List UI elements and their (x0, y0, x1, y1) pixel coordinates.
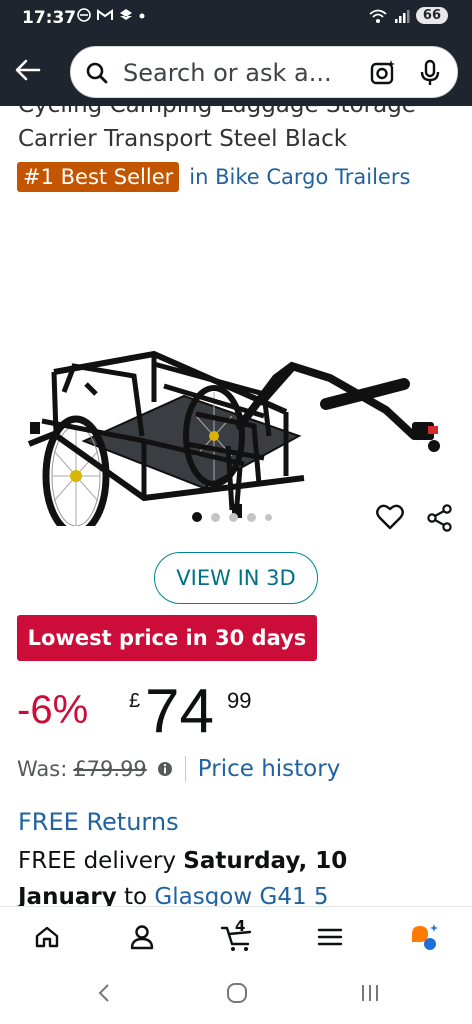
search-icon (85, 61, 109, 90)
back-button[interactable] (10, 52, 46, 88)
home-icon (35, 926, 59, 948)
signal-icon (394, 9, 410, 23)
price-currency: £ (129, 690, 141, 712)
recents-icon (362, 985, 378, 1001)
info-icon[interactable] (157, 761, 173, 777)
free-returns-link[interactable]: FREE Returns (18, 808, 179, 836)
nav-rufus[interactable] (408, 921, 440, 953)
system-recents-button[interactable] (360, 982, 380, 1009)
microphone-icon[interactable] (419, 59, 441, 92)
was-price-row: Was: £79.99 Price history (17, 756, 340, 782)
cart-count: 4 (235, 917, 246, 935)
was-label: Was: (17, 757, 68, 781)
nav-account[interactable] (126, 921, 158, 953)
nav-menu[interactable] (314, 921, 346, 953)
battery-indicator: 66 (415, 7, 448, 24)
delivery-date: Saturday, 10 (183, 848, 348, 874)
camera-lens-icon[interactable] (369, 58, 397, 91)
search-input[interactable]: Search or ask a... (70, 46, 458, 98)
back-arrow-icon (15, 59, 41, 81)
heart-icon (376, 504, 404, 530)
discount-percent: -6% (17, 688, 89, 732)
product-image[interactable] (14, 226, 458, 526)
image-carousel-indicator (192, 512, 272, 522)
carousel-dot-1[interactable] (192, 512, 202, 522)
product-title-line-1: Cycling Camping Luggage Storage (18, 106, 416, 118)
carousel-dot-2[interactable] (211, 512, 220, 522)
notification-icon (77, 8, 91, 22)
system-home-button[interactable] (226, 982, 248, 1009)
delivery-info-line-2: January to Glasgow G41 5 (18, 884, 329, 906)
product-title-line-2: Carrier Transport Steel Black (18, 126, 348, 152)
chevron-left-icon (98, 984, 109, 1002)
best-seller-category-link[interactable]: in Bike Cargo Trailers (189, 165, 410, 189)
system-icons: 66 (368, 7, 448, 24)
delivery-info-line-1: FREE delivery Saturday, 10 (18, 848, 347, 874)
carousel-dot-4[interactable] (247, 512, 256, 522)
product-detail: Cycling Camping Luggage Storage Carrier … (0, 106, 472, 906)
carousel-dot-5[interactable] (265, 513, 272, 521)
delivery-to: to (116, 884, 155, 906)
app-icon (120, 9, 132, 20)
status-time: 17:37 (22, 8, 77, 28)
best-seller-row: #1 Best Seller in Bike Cargo Trailers (17, 162, 410, 192)
deal-badge: Lowest price in 30 days (17, 615, 317, 661)
system-back-button[interactable] (96, 982, 112, 1009)
notification-icons (76, 8, 146, 22)
was-price: £79.99 (73, 757, 147, 781)
system-navigation-bar (0, 964, 472, 1024)
carousel-dot-3[interactable] (229, 512, 238, 522)
account-icon (130, 925, 154, 950)
delivery-prefix: FREE delivery (18, 848, 184, 874)
best-seller-badge: #1 Best Seller (17, 162, 180, 192)
share-button[interactable] (426, 504, 454, 537)
nav-home[interactable] (31, 921, 63, 953)
price-history-link[interactable]: Price history (198, 756, 341, 782)
share-icon (427, 504, 452, 532)
status-bar: 17:37 66 (0, 0, 472, 36)
wishlist-button[interactable] (376, 504, 404, 535)
divider (184, 756, 186, 782)
dot-icon (139, 13, 145, 19)
app-header: Search or ask a... (0, 36, 472, 106)
delivery-location-link[interactable]: Glasgow G41 5 (154, 884, 328, 906)
price-fraction: 99 (227, 688, 252, 713)
delivery-date-month: January (18, 884, 117, 906)
menu-icon (317, 928, 343, 946)
circle-home-icon (227, 983, 247, 1003)
search-placeholder: Search or ask a... (123, 59, 332, 87)
gmail-icon (97, 9, 113, 20)
nav-cart[interactable]: 4 (218, 917, 258, 953)
rufus-icon (412, 924, 438, 950)
wifi-icon (369, 9, 387, 23)
price-whole: 74 (145, 677, 214, 746)
view-in-3d-button[interactable]: VIEW IN 3D (154, 552, 318, 604)
bottom-nav: 4 (0, 906, 472, 964)
